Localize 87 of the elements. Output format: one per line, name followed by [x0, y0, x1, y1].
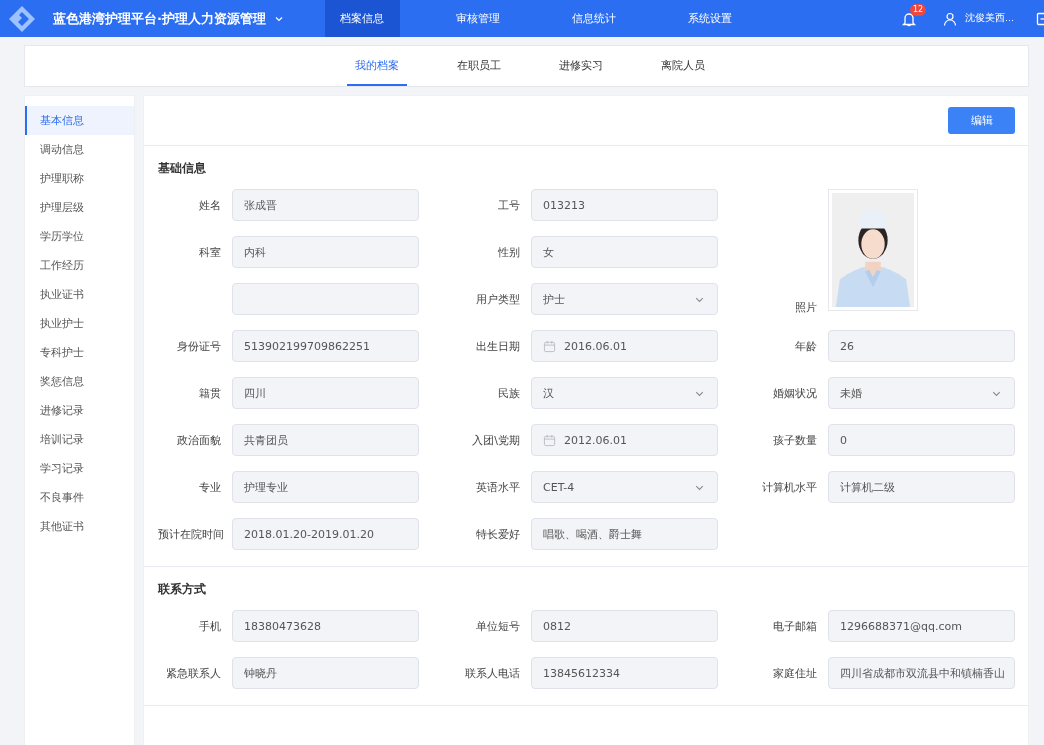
logo-icon — [7, 3, 37, 34]
sidebar-item[interactable]: 护理层级 — [25, 193, 134, 222]
edit-button[interactable]: 编辑 — [948, 107, 1015, 134]
field-label: 计算机水平 — [761, 479, 817, 495]
section-title: 联系方式 — [158, 581, 207, 598]
nav-tab[interactable]: 信息统计 — [535, 0, 652, 37]
field-label: 民族 — [497, 385, 520, 401]
field-label: 用户类型 — [475, 291, 520, 307]
field-label: 英语水平 — [475, 479, 520, 495]
section-title: 基础信息 — [158, 160, 207, 177]
sidebar-item[interactable]: 不良事件 — [25, 483, 134, 512]
input-field[interactable]: 四川省成都市双流县中和镇楠香山 — [828, 657, 1015, 689]
input-field[interactable]: 护理专业 — [232, 471, 419, 503]
field-label: 年龄 — [794, 338, 817, 354]
sidebar-item[interactable]: 护理职称 — [25, 164, 134, 193]
select-field[interactable]: 汉 — [531, 377, 718, 409]
sidebar-item[interactable]: 奖惩信息 — [25, 367, 134, 396]
field-label: 照片 — [794, 300, 817, 315]
input-field[interactable]: 0 — [828, 424, 1015, 456]
calendar-icon — [543, 339, 556, 353]
notification-badge: 12 — [909, 3, 927, 16]
nav-tab[interactable]: 审核管理 — [419, 0, 536, 37]
field-label: 工号 — [497, 197, 520, 213]
sidebar-item[interactable]: 基本信息 — [25, 106, 134, 135]
sidebar-item[interactable]: 学历学位 — [25, 222, 134, 251]
input-field[interactable]: 26 — [828, 330, 1015, 362]
input-field[interactable]: 013213 — [531, 189, 718, 221]
tab[interactable]: 离院人员 — [631, 46, 734, 86]
sidebar-item[interactable]: 执业护士 — [25, 309, 134, 338]
input-field[interactable]: 张成晋 — [232, 189, 419, 221]
field-label: 性别 — [497, 244, 520, 260]
tab[interactable]: 在职员工 — [427, 46, 530, 86]
input-field[interactable]: 计算机二级 — [828, 471, 1015, 503]
field-label: 出生日期 — [475, 338, 520, 354]
user-icon[interactable] — [942, 11, 957, 26]
nav-tab[interactable]: 档案信息 — [324, 0, 400, 37]
bell-icon[interactable] — [900, 10, 917, 27]
field-label: 预计在院时间 — [158, 526, 221, 542]
input-field[interactable]: 13845612334 — [531, 657, 718, 689]
input-field[interactable]: 女 — [531, 236, 718, 268]
logout-icon[interactable] — [1036, 11, 1044, 26]
field-label: 专业 — [198, 479, 221, 495]
field-label: 紧急联系人 — [165, 665, 221, 681]
field-label: 家庭住址 — [772, 665, 817, 681]
input-field[interactable]: 513902199709862251 — [232, 330, 419, 362]
field-label: 政治面貌 — [176, 432, 221, 448]
field-label: 籍贯 — [198, 385, 221, 401]
sidebar-item[interactable]: 执业证书 — [25, 280, 134, 309]
input-field[interactable]: 0812 — [531, 610, 718, 642]
field-label: 身份证号 — [176, 338, 221, 354]
select-field[interactable]: CET-4 — [531, 471, 718, 503]
input-field[interactable]: 1296688371@qq.com — [828, 610, 1015, 642]
field-label: 单位短号 — [475, 618, 520, 634]
sidebar-item[interactable]: 其他证书 — [25, 512, 134, 541]
select-field[interactable]: 护士 — [531, 283, 718, 315]
select-field[interactable]: 未婚 — [828, 377, 1015, 409]
field-label: 特长爱好 — [475, 526, 520, 542]
date-field[interactable]: 2016.06.01 — [531, 330, 718, 362]
field-label: 入团\党期 — [471, 432, 520, 448]
field-label: 电子邮箱 — [772, 618, 817, 634]
field-label: 联系人电话 — [464, 665, 520, 681]
app-title: 蓝色港湾护理平台·护理人力资源管理 — [53, 9, 266, 28]
sidebar-item[interactable]: 学习记录 — [25, 454, 134, 483]
sidebar-item[interactable]: 工作经历 — [25, 251, 134, 280]
input-field[interactable]: 唱歌、喝酒、爵士舞 — [531, 518, 718, 550]
field-label: 姓名 — [198, 197, 221, 213]
field-label: 科室 — [198, 244, 221, 260]
sidebar-item[interactable]: 专科护士 — [25, 338, 134, 367]
input-field[interactable] — [232, 283, 419, 315]
input-field[interactable]: 18380473628 — [232, 610, 419, 642]
input-field[interactable]: 四川 — [232, 377, 419, 409]
nav-tab[interactable]: 系统设置 — [651, 0, 768, 37]
sidebar-item[interactable]: 调动信息 — [25, 135, 134, 164]
field-label: 孩子数量 — [772, 432, 817, 448]
date-field[interactable]: 2012.06.01 — [531, 424, 718, 456]
input-field[interactable]: 内科 — [232, 236, 419, 268]
input-field[interactable]: 钟晓丹 — [232, 657, 419, 689]
sidebar-item[interactable]: 进修记录 — [25, 396, 134, 425]
field-label: 手机 — [198, 618, 221, 634]
input-field[interactable]: 共青团员 — [232, 424, 419, 456]
tab[interactable]: 进修实习 — [529, 46, 632, 86]
tab[interactable]: 我的档案 — [346, 46, 407, 86]
field-label: 婚姻状况 — [772, 385, 817, 401]
sidebar-item[interactable]: 培训记录 — [25, 425, 134, 454]
user-name[interactable]: 沈俊美西... — [964, 12, 1014, 25]
calendar-icon — [543, 433, 556, 447]
input-field[interactable]: 2018.01.20-2019.01.20 — [232, 518, 419, 550]
